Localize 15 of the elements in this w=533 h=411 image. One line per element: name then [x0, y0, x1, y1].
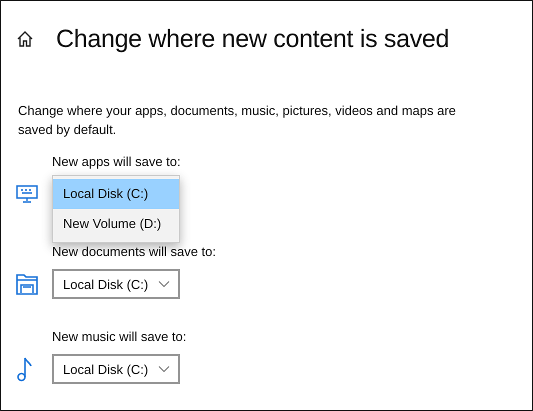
chevron-down-icon [158, 280, 170, 288]
chevron-down-icon [158, 365, 170, 373]
menu-option[interactable]: Local Disk (C:) [53, 179, 179, 209]
drive-dropdown[interactable]: Local Disk (C:) [52, 354, 180, 384]
section-label: New music will save to: [52, 328, 188, 346]
menu-option[interactable]: New Volume (D:) [53, 209, 179, 239]
home-icon[interactable] [16, 30, 34, 48]
description: Change where your apps, documents, music, pictures, videos and maps are saved by default. [18, 102, 457, 139]
monitor-keyboard-icon [16, 185, 38, 203]
section-label: New documents will save to: [52, 243, 218, 261]
drive-dropdown[interactable]: Local Disk (C:) [52, 269, 180, 299]
folder-icon [16, 273, 38, 295]
page-title: Change where new content is saved [56, 24, 450, 54]
music-note-icon [16, 356, 32, 382]
section-label: New apps will save to: [52, 153, 182, 171]
